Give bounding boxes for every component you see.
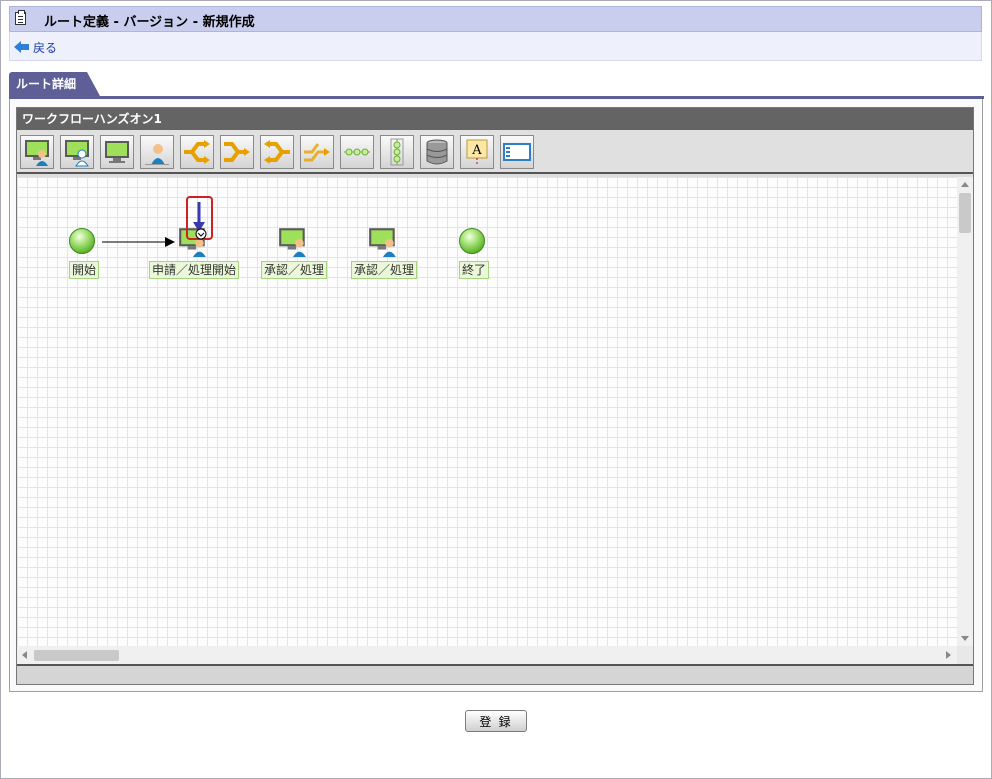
- monitor-user-icon[interactable]: [20, 135, 54, 169]
- monitor-user-outline-icon[interactable]: [60, 135, 94, 169]
- editor-status-bar: [17, 664, 973, 684]
- svg-text:A: A: [471, 143, 482, 158]
- horizontal-nodes-icon[interactable]: [340, 135, 374, 169]
- back-bar: 戻る: [9, 32, 982, 61]
- branch-split-icon[interactable]: [180, 135, 214, 169]
- register-button[interactable]: 登 録: [465, 710, 527, 732]
- connect-arrow-icon[interactable]: [192, 202, 212, 242]
- text-label-icon[interactable]: A: [460, 135, 494, 169]
- apply-node-label: 申請／処理開始: [149, 261, 240, 279]
- vertical-scrollbar[interactable]: [957, 177, 973, 646]
- parallel-split-icon[interactable]: [260, 135, 294, 169]
- scroll-corner: [957, 646, 973, 664]
- scroll-up-icon[interactable]: [961, 182, 969, 187]
- back-link[interactable]: 戻る: [14, 39, 57, 55]
- tab-route-detail[interactable]: ルート詳細: [9, 72, 87, 96]
- approve-node-1-label: 承認／処理: [261, 261, 328, 279]
- approve-node-2-label: 承認／処理: [351, 261, 418, 279]
- page-title: ルート定義 - バージョン - 新規作成: [44, 15, 255, 30]
- end-node-label: 終了: [459, 261, 490, 279]
- start-circle-icon: [69, 228, 95, 254]
- end-circle-icon: [459, 228, 485, 254]
- approve-node-2[interactable]: [367, 225, 399, 260]
- vertical-scroll-thumb[interactable]: [959, 193, 971, 233]
- monitor-user-icon: [369, 228, 396, 257]
- connector-layer: [102, 237, 175, 247]
- back-arrow-icon: [14, 41, 30, 53]
- branch-merge-icon[interactable]: [220, 135, 254, 169]
- route-name-header: ワークフローハンズオン1: [17, 108, 973, 130]
- window-icon[interactable]: [500, 135, 534, 169]
- person-icon[interactable]: [140, 135, 174, 169]
- database-icon[interactable]: [420, 135, 454, 169]
- scroll-down-icon[interactable]: [961, 636, 969, 641]
- monitor-icon[interactable]: [100, 135, 134, 169]
- back-label: 戻る: [33, 40, 58, 55]
- clipboard-icon: [15, 10, 26, 25]
- scroll-left-icon[interactable]: [22, 651, 27, 659]
- start-node-label: 開始: [69, 261, 100, 279]
- route-canvas[interactable]: 開始 申請／処理開始 承認／処理 承認／処理 終了: [17, 177, 957, 646]
- node-toolbar: A: [17, 130, 973, 174]
- monitor-user-icon: [279, 228, 306, 257]
- horizontal-scrollbar[interactable]: [17, 646, 957, 664]
- parallel-merge-icon[interactable]: [300, 135, 334, 169]
- horizontal-scroll-thumb[interactable]: [34, 650, 119, 661]
- title-bar: ルート定義 - バージョン - 新規作成: [9, 6, 982, 32]
- scroll-right-icon[interactable]: [946, 651, 951, 659]
- tab-edge: [87, 72, 100, 96]
- vertical-nodes-icon[interactable]: [380, 135, 414, 169]
- approve-node-1[interactable]: [277, 225, 309, 260]
- route-editor: ワークフローハンズオン1 A 開始 申請／処理開始 承認／処理 承認／処理 終了: [16, 107, 974, 685]
